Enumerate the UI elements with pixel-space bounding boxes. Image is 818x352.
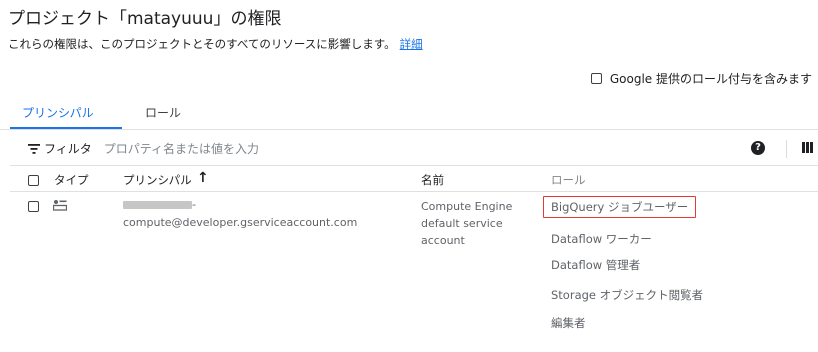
include-google-roles-toggle[interactable]: Google 提供のロール付与を含みます (590, 70, 812, 87)
column-header-name: 名前 (421, 173, 444, 187)
page-subtitle: これらの権限は、このプロジェクトとそのすべてのリソースに影響します。 詳細 (8, 36, 423, 52)
select-all-checkbox[interactable] (28, 175, 39, 186)
role-dataflow-worker: Dataflow ワーカー (551, 232, 652, 246)
include-google-roles-label: Google 提供のロール付与を含みます (609, 72, 812, 86)
filter-divider (10, 165, 818, 166)
column-header-principal[interactable]: プリンシパル (123, 172, 192, 188)
subtitle-text: これらの権限は、このプロジェクトとそのすべてのリソースに影響します。 (8, 37, 396, 51)
tab-divider (0, 129, 818, 130)
filter-bar[interactable]: フィルタ プロパティ名または値を入力 (28, 140, 259, 157)
role-editor: 編集者 (551, 316, 586, 330)
column-display-icon[interactable] (802, 142, 813, 153)
principal-email: compute@developer.gserviceaccount.com (123, 216, 358, 229)
filter-input[interactable]: プロパティ名または値を入力 (104, 140, 259, 157)
service-account-icon (53, 200, 67, 211)
toolbar-divider (786, 140, 787, 158)
column-header-role: ロール (551, 173, 586, 187)
filter-label: フィルタ (44, 142, 92, 156)
principal-prefix: - (192, 198, 196, 211)
tab-principals[interactable]: プリンシパル (22, 104, 94, 121)
filter-icon[interactable] (28, 143, 40, 154)
role-dataflow-admin: Dataflow 管理者 (551, 258, 641, 272)
column-header-type: タイプ (54, 173, 89, 187)
member-name: Compute Engine default service account (421, 200, 513, 247)
include-google-roles-checkbox[interactable] (590, 73, 602, 84)
header-divider (10, 191, 818, 192)
help-icon[interactable]: ? (751, 141, 765, 155)
arrow-up-icon[interactable]: ↑ (197, 170, 209, 186)
row-checkbox[interactable] (28, 201, 39, 212)
page-title: プロジェクト「matayuuu」の権限 (8, 9, 282, 29)
redacted-project-number (123, 201, 192, 209)
role-bigquery-job-user: BigQuery ジョブユーザー (543, 196, 697, 218)
tab-roles[interactable]: ロール (145, 104, 181, 121)
role-storage-object-viewer: Storage オブジェクト閲覧者 (551, 288, 704, 302)
details-link[interactable]: 詳細 (400, 37, 423, 51)
